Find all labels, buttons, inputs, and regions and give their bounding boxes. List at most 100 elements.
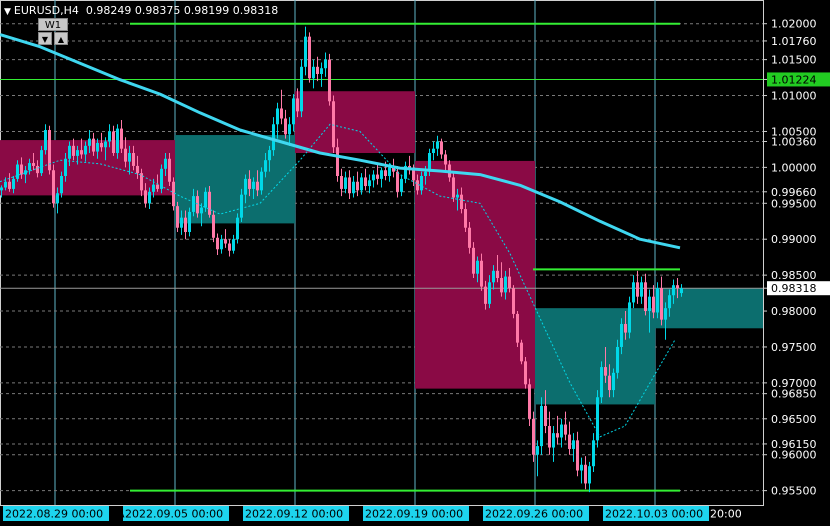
candle-body [328,59,331,102]
candle-body [32,163,35,166]
candle-body [388,167,391,176]
candle-body [224,239,227,244]
price-axis: 1.020001.017601.015001.012241.010001.005… [763,18,830,498]
candle-body [16,164,19,179]
candle-body [116,128,119,154]
candle-body [480,260,483,287]
candle-body [128,153,131,162]
date-label-fragment: 0 [352,508,359,521]
candle-body [460,194,463,210]
candle-body [276,108,279,125]
candle-body [148,191,151,204]
candle-body [636,282,639,297]
candle-body [108,131,111,142]
candle-body [644,282,647,312]
candle-body [100,142,103,148]
candle-body [208,191,211,215]
date-label-fragment: 20:00 [710,508,742,521]
price-tick-label: 1.00000 [771,161,817,174]
candle-body [440,141,443,155]
candle-body [540,405,543,447]
candle-body [216,237,219,250]
date-label-fragment: S [595,508,602,521]
candle-body [20,164,23,175]
price-tick-label: 0.96000 [771,449,817,462]
candle-body [348,177,351,194]
price-tick-label: 1.01000 [771,90,817,103]
date-label: 2022.09.26 00:00 [485,508,583,521]
candle-body [588,466,591,484]
candle-body [516,313,519,343]
candle-body [456,194,459,198]
candle-body [12,178,15,189]
candle-body [476,260,479,274]
price-tick-label: 1.01500 [771,54,817,67]
candle-body [600,367,603,398]
candle-body [420,175,423,191]
price-tick-label: 1.00360 [771,136,817,149]
candle-body [168,158,171,182]
candle-body [628,302,631,333]
candle-body [424,171,427,176]
candle-body [416,180,419,191]
candle-body [500,278,503,293]
candle-body [556,433,559,438]
candle-body [368,180,371,187]
candle-body [44,130,47,151]
candle-body [312,66,315,79]
candle-body [524,361,527,385]
candle-body [228,243,231,251]
weekly-box [295,91,415,154]
candle-body [444,154,447,165]
candle-body [240,194,243,218]
menu-triangle-icon[interactable]: ▼ [4,5,11,19]
candle-body [176,206,179,228]
candle-body [412,170,415,181]
price-tick-label: 1.02000 [771,18,817,31]
candle-body [376,174,379,179]
weekly-box [655,288,763,329]
candle-body [284,118,287,135]
price-chart[interactable]: 1.020001.017601.015001.012241.010001.005… [0,0,830,526]
candle-body [512,288,515,314]
weekly-box [535,308,655,405]
candle-body [468,227,471,248]
candle-body [236,217,239,240]
candle-body [672,285,675,296]
candle-body [332,101,335,148]
candle-body [84,145,87,155]
candle-body [508,276,511,289]
candle-body [584,464,587,484]
price-tick-label: 0.98000 [771,305,817,318]
candle-body [384,170,387,176]
candle-body [396,171,399,192]
candle-body [604,367,607,376]
candle-body [380,170,383,179]
candle-body [104,141,107,148]
chart-header: ▼ EURUSD,H4 0.98249 0.98375 0.98199 0.983… [4,4,278,19]
arrow-up-icon[interactable]: ▲ [54,32,68,45]
candle-body [592,440,595,467]
candle-body [244,178,247,195]
candle-body [488,282,491,304]
date-label: 2022.09.19 00:00 [365,508,463,521]
period-w1-button[interactable]: W1 [38,18,68,31]
date-label: 2022.09.12 00:00 [245,508,343,521]
candle-body [356,181,359,191]
candle-body [152,184,155,192]
candle-body [40,150,43,174]
candle-body [292,98,295,125]
candle-body [36,165,39,174]
candle-body [504,276,507,293]
candle-body [188,211,191,233]
candle-body [568,434,571,449]
date-label-fragment: A [117,508,125,521]
candle-body [552,433,555,448]
candle-body [536,446,539,455]
candle-body [8,181,11,189]
price-tick-label: 0.97500 [771,341,817,354]
arrow-down-icon[interactable]: ▼ [38,32,52,45]
candle-body [612,372,615,391]
candle-body [436,141,439,149]
candle-body [656,288,659,313]
